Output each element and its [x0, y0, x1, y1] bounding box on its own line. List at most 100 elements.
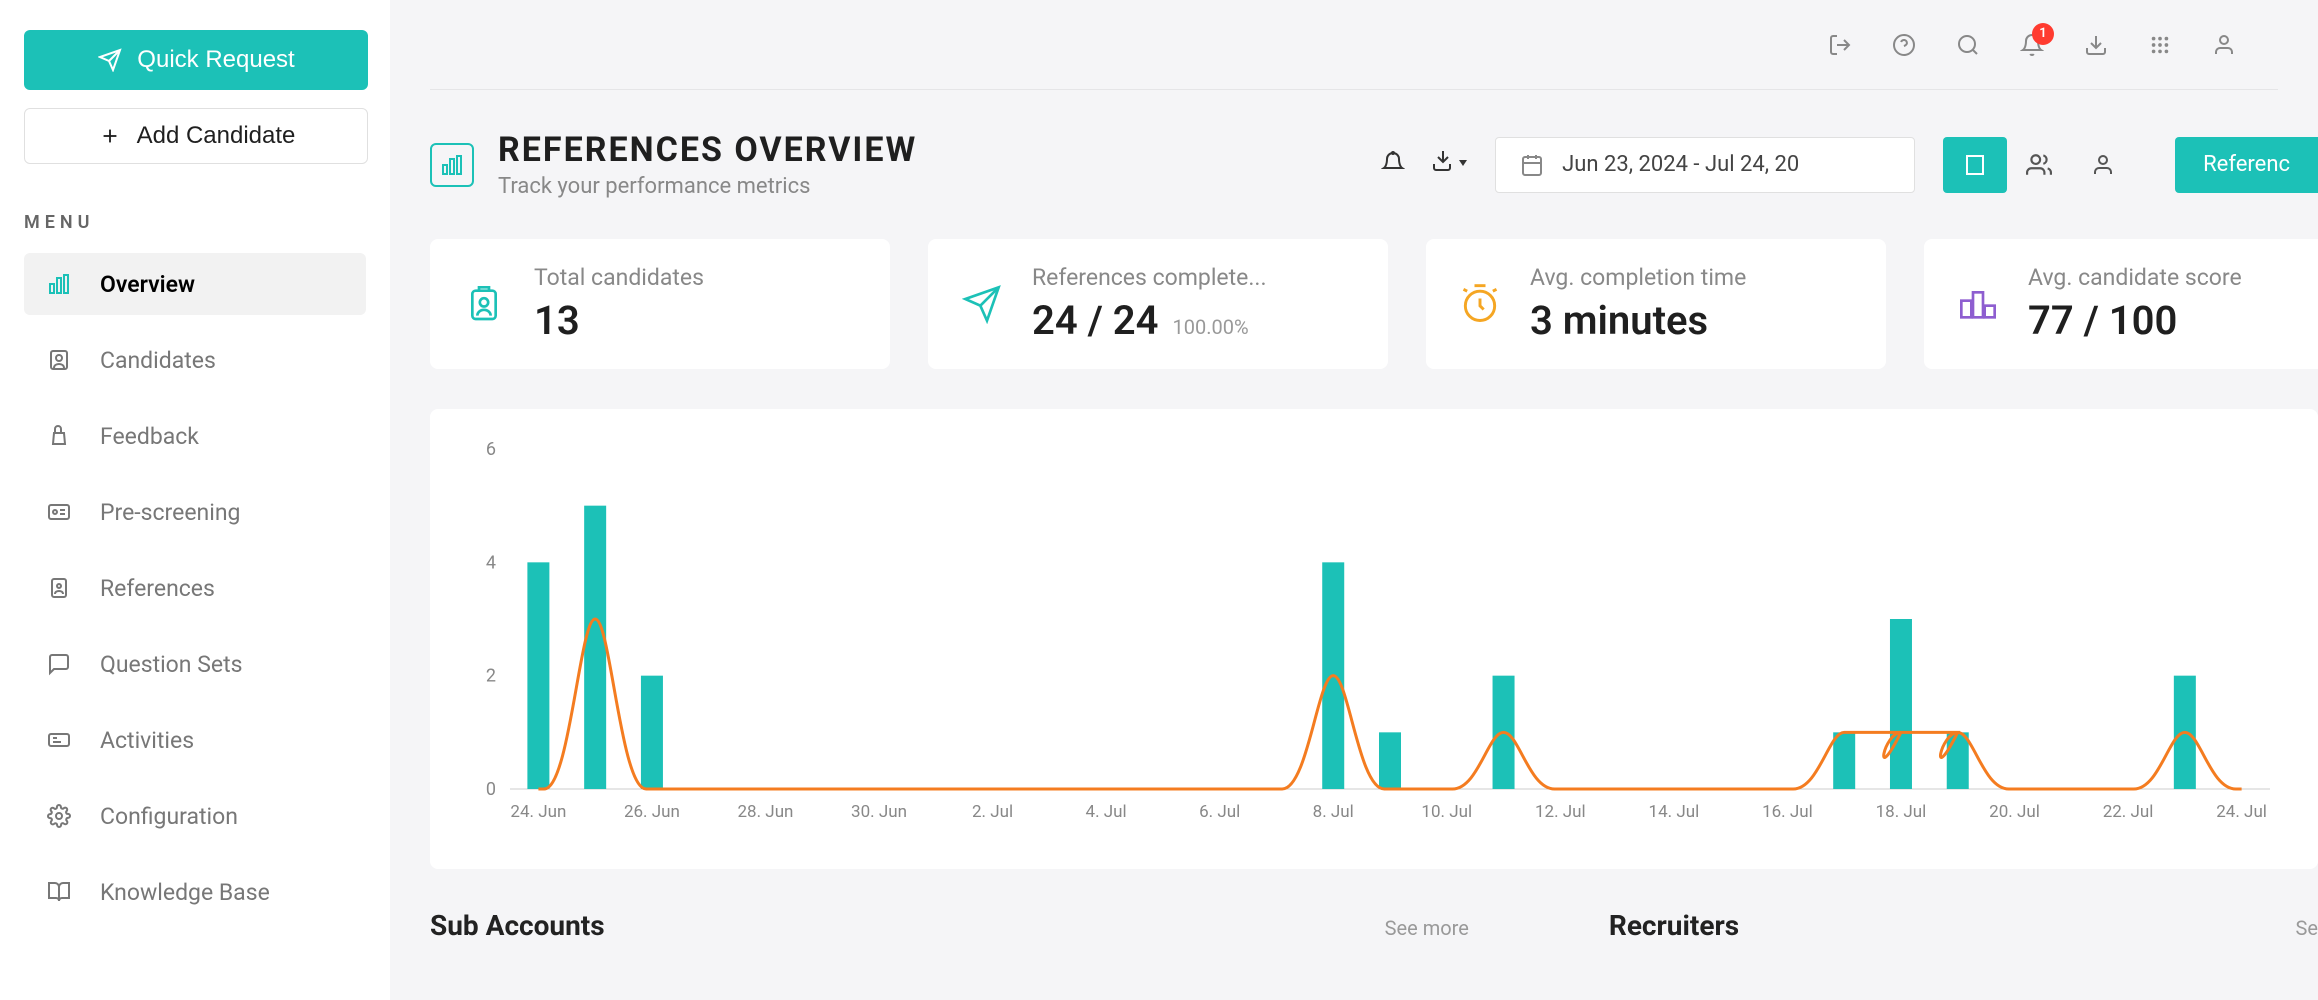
overview-page-icon — [430, 143, 474, 187]
download-icon[interactable] — [2082, 31, 2110, 59]
clock-icon — [1456, 280, 1504, 328]
svg-text:0: 0 — [486, 779, 496, 800]
stat-card: References complete... 24 / 24100.00% — [928, 239, 1388, 369]
svg-text:2: 2 — [486, 666, 496, 687]
stat-card: Total candidates 13 — [430, 239, 890, 369]
sidebar-item-label: Overview — [100, 271, 195, 298]
sidebar-item-label: Feedback — [100, 423, 199, 450]
sidebar-nav: Overview Candidates Feedback Pre-screening R… — [24, 253, 366, 923]
scope-user-button[interactable] — [2071, 137, 2135, 193]
svg-text:24. Jun: 24. Jun — [510, 802, 566, 822]
references-icon — [46, 575, 72, 601]
sidebar: Quick Request Add Candidate MENU Overvie… — [0, 0, 390, 1000]
prescreening-icon — [46, 499, 72, 525]
svg-text:20. Jul: 20. Jul — [1989, 802, 2040, 822]
scope-toggle — [1943, 137, 2135, 193]
stat-value: 77 / 100 — [2028, 297, 2242, 344]
configuration-icon — [46, 803, 72, 829]
sidebar-item-references[interactable]: References — [24, 557, 366, 619]
sub-accounts-heading: Sub Accounts — [430, 909, 605, 942]
activity-chart: 024624. Jun26. Jun28. Jun30. Jun2. Jul4.… — [430, 409, 2318, 869]
paper-plane-icon — [97, 47, 123, 73]
svg-text:2. Jul: 2. Jul — [972, 802, 1013, 822]
podium-icon — [1954, 280, 2002, 328]
overview-icon — [46, 271, 72, 297]
page-header: REFERENCES OVERVIEW Track your performan… — [430, 130, 2318, 199]
bell-icon[interactable]: 1 — [2018, 31, 2046, 59]
svg-text:12. Jul: 12. Jul — [1535, 802, 1586, 822]
sidebar-item-configuration[interactable]: Configuration — [24, 785, 366, 847]
exit-icon[interactable] — [1826, 31, 1854, 59]
candidates-icon — [46, 347, 72, 373]
scope-team-button[interactable] — [2007, 137, 2071, 193]
sidebar-item-label: Activities — [100, 727, 194, 754]
add-candidate-button[interactable]: Add Candidate — [24, 108, 368, 164]
stat-sub: 100.00% — [1173, 315, 1249, 339]
apps-grid-icon[interactable] — [2146, 31, 2174, 59]
export-dropdown-icon[interactable] — [1433, 151, 1467, 179]
reference-cta-label: Referenc — [2203, 152, 2290, 177]
questionsets-icon — [46, 651, 72, 677]
svg-text:18. Jul: 18. Jul — [1876, 802, 1927, 822]
svg-text:16. Jul: 16. Jul — [1762, 802, 1813, 822]
svg-text:10. Jul: 10. Jul — [1421, 802, 1472, 822]
sub-accounts-see-more[interactable]: See more — [1385, 916, 1469, 940]
stat-value: 24 / 24100.00% — [1032, 297, 1267, 344]
page-title: REFERENCES OVERVIEW — [498, 130, 917, 170]
calendar-icon — [1520, 153, 1544, 177]
paper-plane-icon — [958, 280, 1006, 328]
search-icon[interactable] — [1954, 31, 1982, 59]
stat-label: References complete... — [1032, 264, 1267, 291]
sidebar-item-questionsets[interactable]: Question Sets — [24, 633, 366, 695]
sidebar-item-activities[interactable]: Activities — [24, 709, 366, 771]
page-subtitle: Track your performance metrics — [498, 174, 917, 199]
activities-icon — [46, 727, 72, 753]
sidebar-item-overview[interactable]: Overview — [24, 253, 366, 315]
quick-request-button[interactable]: Quick Request — [24, 30, 368, 90]
sidebar-item-label: Knowledge Base — [100, 879, 270, 906]
svg-text:24. Jul: 24. Jul — [2216, 802, 2267, 822]
stat-value: 3 minutes — [1530, 297, 1746, 344]
sidebar-item-prescreening[interactable]: Pre-screening — [24, 481, 366, 543]
stat-label: Avg. completion time — [1530, 264, 1746, 291]
help-icon[interactable] — [1890, 31, 1918, 59]
add-candidate-label: Add Candidate — [137, 122, 296, 150]
sub-sections-row: Sub Accounts See more Recruiters Se — [430, 909, 2318, 942]
svg-text:30. Jun: 30. Jun — [851, 802, 907, 822]
quick-request-label: Quick Request — [137, 46, 294, 74]
reference-cta-button[interactable]: Referenc — [2175, 137, 2318, 193]
stat-card: Avg. candidate score 77 / 100 — [1924, 239, 2318, 369]
sidebar-item-feedback[interactable]: Feedback — [24, 405, 366, 467]
notification-badge: 1 — [2032, 23, 2054, 45]
user-icon[interactable] — [2210, 31, 2238, 59]
sidebar-item-label: Configuration — [100, 803, 238, 830]
knowledgebase-icon — [46, 879, 72, 905]
feedback-icon — [46, 423, 72, 449]
sidebar-item-label: Candidates — [100, 347, 216, 374]
alert-bell-icon[interactable] — [1381, 151, 1405, 179]
sidebar-item-label: References — [100, 575, 215, 602]
menu-section-label: MENU — [24, 212, 366, 233]
recruiters-see-more[interactable]: Se — [2296, 916, 2318, 940]
sidebar-item-candidates[interactable]: Candidates — [24, 329, 366, 391]
topbar: 1 — [430, 0, 2278, 90]
activity-chart-svg: 024624. Jun26. Jun28. Jun30. Jun2. Jul4.… — [460, 439, 2280, 839]
stat-card: Avg. completion time 3 minutes — [1426, 239, 1886, 369]
date-range-picker[interactable]: Jun 23, 2024 - Jul 24, 20 — [1495, 137, 1915, 193]
sidebar-item-knowledgebase[interactable]: Knowledge Base — [24, 861, 366, 923]
date-range-text: Jun 23, 2024 - Jul 24, 20 — [1562, 152, 1799, 177]
svg-text:4. Jul: 4. Jul — [1086, 802, 1127, 822]
sidebar-item-label: Pre-screening — [100, 499, 240, 526]
recruiters-heading: Recruiters — [1609, 909, 1739, 942]
candidate-badge-icon — [460, 280, 508, 328]
svg-text:22. Jul: 22. Jul — [2103, 802, 2154, 822]
scope-company-button[interactable] — [1943, 137, 2007, 193]
plus-icon — [97, 123, 123, 149]
stat-value: 13 — [534, 297, 704, 344]
stats-row: Total candidates 13 References complete...… — [430, 239, 2318, 369]
stat-label: Avg. candidate score — [2028, 264, 2242, 291]
stat-label: Total candidates — [534, 264, 704, 291]
svg-text:26. Jun: 26. Jun — [624, 802, 680, 822]
sidebar-item-label: Question Sets — [100, 651, 242, 678]
svg-text:6: 6 — [486, 439, 496, 460]
